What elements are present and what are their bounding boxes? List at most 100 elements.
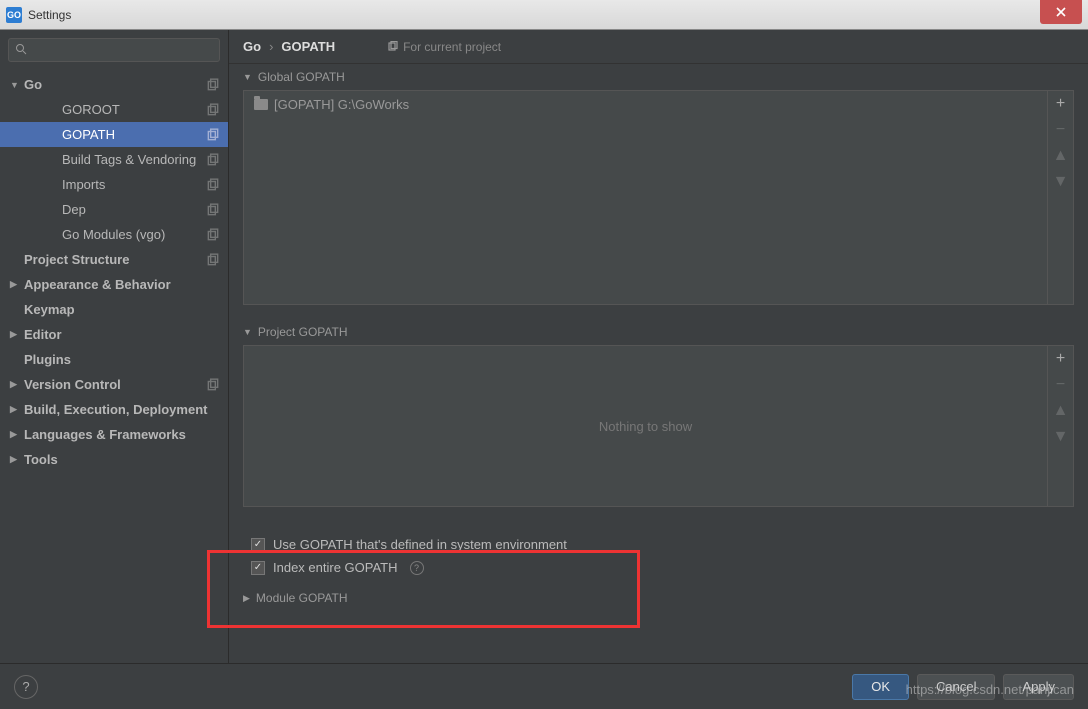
- sidebar-item-go[interactable]: Go: [0, 72, 228, 97]
- sidebar-item-imports[interactable]: Imports: [0, 172, 228, 197]
- sidebar-item-label: Build Tags & Vendoring: [62, 152, 206, 167]
- breadcrumb-sep: ›: [269, 39, 273, 54]
- sidebar-item-label: Editor: [24, 327, 220, 342]
- sidebar-item-gopath[interactable]: GOPATH: [0, 122, 228, 147]
- copy-icon: [387, 41, 399, 53]
- sidebar-item-version-control[interactable]: Version Control: [0, 372, 228, 397]
- project-gopath-list[interactable]: Nothing to show + − ▲ ▼: [243, 345, 1074, 507]
- copy-icon: [206, 253, 220, 267]
- use-system-gopath-label: Use GOPATH that's defined in system envi…: [273, 537, 567, 552]
- sidebar-item-label: Appearance & Behavior: [24, 277, 220, 292]
- copy-icon: [206, 128, 220, 142]
- search-icon: [15, 43, 27, 58]
- settings-sidebar: Go GOROOT GOPATH Build Tags & Vendoring Impo…: [0, 30, 229, 709]
- global-gopath-title: Global GOPATH: [258, 70, 345, 84]
- window-titlebar: GO Settings: [0, 0, 1088, 30]
- move-down-button[interactable]: ▼: [1048, 169, 1073, 195]
- apply-button[interactable]: Apply: [1003, 674, 1074, 700]
- search-field[interactable]: [31, 43, 213, 58]
- help-icon[interactable]: ?: [410, 561, 424, 575]
- sidebar-item-build-execution-deployment[interactable]: Build, Execution, Deployment: [0, 397, 228, 422]
- checkbox-icon: ✓: [251, 538, 265, 552]
- empty-text: Nothing to show: [244, 346, 1047, 506]
- sidebar-item-label: GOPATH: [62, 127, 206, 142]
- sidebar-item-languages-frameworks[interactable]: Languages & Frameworks: [0, 422, 228, 447]
- ok-button[interactable]: OK: [852, 674, 909, 700]
- sidebar-item-label: Languages & Frameworks: [24, 427, 220, 442]
- copy-icon: [206, 153, 220, 167]
- chevron-down-icon: ▼: [243, 72, 252, 82]
- sidebar-item-plugins[interactable]: Plugins: [0, 347, 228, 372]
- move-up-button[interactable]: ▲: [1048, 398, 1073, 424]
- sidebar-item-build-tags-vendoring[interactable]: Build Tags & Vendoring: [0, 147, 228, 172]
- window-title: Settings: [28, 8, 1040, 22]
- sidebar-item-project-structure[interactable]: Project Structure: [0, 247, 228, 272]
- remove-button[interactable]: −: [1048, 372, 1073, 398]
- folder-icon: [254, 99, 268, 110]
- checkbox-icon: ✓: [251, 561, 265, 575]
- breadcrumb-root[interactable]: Go: [243, 39, 261, 54]
- index-entire-gopath-checkbox[interactable]: ✓ Index entire GOPATH ?: [229, 556, 1088, 579]
- sidebar-item-label: Version Control: [24, 377, 206, 392]
- remove-button[interactable]: −: [1048, 117, 1073, 143]
- sidebar-item-label: Dep: [62, 202, 206, 217]
- sidebar-item-label: Keymap: [24, 302, 220, 317]
- sidebar-item-label: Imports: [62, 177, 206, 192]
- copy-icon: [206, 378, 220, 392]
- module-gopath-title: Module GOPATH: [256, 591, 348, 605]
- gopath-entry-label: [GOPATH] G:\GoWorks: [274, 97, 409, 112]
- use-system-gopath-checkbox[interactable]: ✓ Use GOPATH that's defined in system en…: [229, 533, 1088, 556]
- close-icon: [1055, 6, 1067, 18]
- copy-icon: [206, 103, 220, 117]
- dialog-footer: ? OK Cancel Apply: [0, 663, 1088, 709]
- sidebar-item-keymap[interactable]: Keymap: [0, 297, 228, 322]
- settings-main: Go › GOPATH For current project ▼ Global…: [229, 30, 1088, 709]
- gopath-entry[interactable]: [GOPATH] G:\GoWorks: [254, 97, 1037, 112]
- cancel-button[interactable]: Cancel: [917, 674, 995, 700]
- chevron-right-icon: [10, 404, 20, 415]
- window-close-button[interactable]: [1040, 0, 1082, 24]
- chevron-right-icon: [10, 454, 20, 465]
- module-gopath-header[interactable]: ▶ Module GOPATH: [229, 585, 1088, 611]
- project-gopath-title: Project GOPATH: [258, 325, 348, 339]
- add-button[interactable]: +: [1048, 346, 1073, 372]
- copy-icon: [206, 78, 220, 92]
- project-gopath-header[interactable]: ▼ Project GOPATH: [229, 319, 1088, 345]
- sidebar-item-label: Go Modules (vgo): [62, 227, 206, 242]
- sidebar-item-label: Plugins: [24, 352, 220, 367]
- sidebar-item-label: Project Structure: [24, 252, 206, 267]
- sidebar-item-goroot[interactable]: GOROOT: [0, 97, 228, 122]
- move-up-button[interactable]: ▲: [1048, 143, 1073, 169]
- chevron-right-icon: ▶: [243, 593, 250, 604]
- add-button[interactable]: +: [1048, 91, 1073, 117]
- sidebar-item-label: GOROOT: [62, 102, 206, 117]
- sidebar-item-label: Tools: [24, 452, 220, 467]
- breadcrumb: Go › GOPATH For current project: [229, 30, 1088, 64]
- copy-icon: [206, 203, 220, 217]
- scope-hint: For current project: [387, 40, 501, 54]
- sidebar-item-appearance-behavior[interactable]: Appearance & Behavior: [0, 272, 228, 297]
- chevron-right-icon: [10, 329, 20, 340]
- index-entire-gopath-label: Index entire GOPATH: [273, 560, 398, 575]
- app-icon: GO: [6, 7, 22, 23]
- global-gopath-list[interactable]: [GOPATH] G:\GoWorks + − ▲ ▼: [243, 90, 1074, 305]
- scope-hint-text: For current project: [403, 40, 501, 54]
- copy-icon: [206, 228, 220, 242]
- global-gopath-header[interactable]: ▼ Global GOPATH: [229, 64, 1088, 90]
- chevron-down-icon: ▼: [243, 327, 252, 337]
- help-button[interactable]: ?: [14, 675, 38, 699]
- copy-icon: [206, 178, 220, 192]
- move-down-button[interactable]: ▼: [1048, 424, 1073, 450]
- sidebar-item-editor[interactable]: Editor: [0, 322, 228, 347]
- settings-tree: Go GOROOT GOPATH Build Tags & Vendoring Impo…: [0, 66, 228, 709]
- chevron-down-icon: [10, 80, 20, 90]
- breadcrumb-current: GOPATH: [281, 39, 335, 54]
- sidebar-item-dep[interactable]: Dep: [0, 197, 228, 222]
- search-input[interactable]: [8, 38, 220, 62]
- sidebar-item-tools[interactable]: Tools: [0, 447, 228, 472]
- sidebar-item-label: Go: [24, 77, 206, 92]
- sidebar-item-label: Build, Execution, Deployment: [24, 402, 220, 417]
- chevron-right-icon: [10, 429, 20, 440]
- sidebar-item-go-modules-vgo-[interactable]: Go Modules (vgo): [0, 222, 228, 247]
- chevron-right-icon: [10, 279, 20, 290]
